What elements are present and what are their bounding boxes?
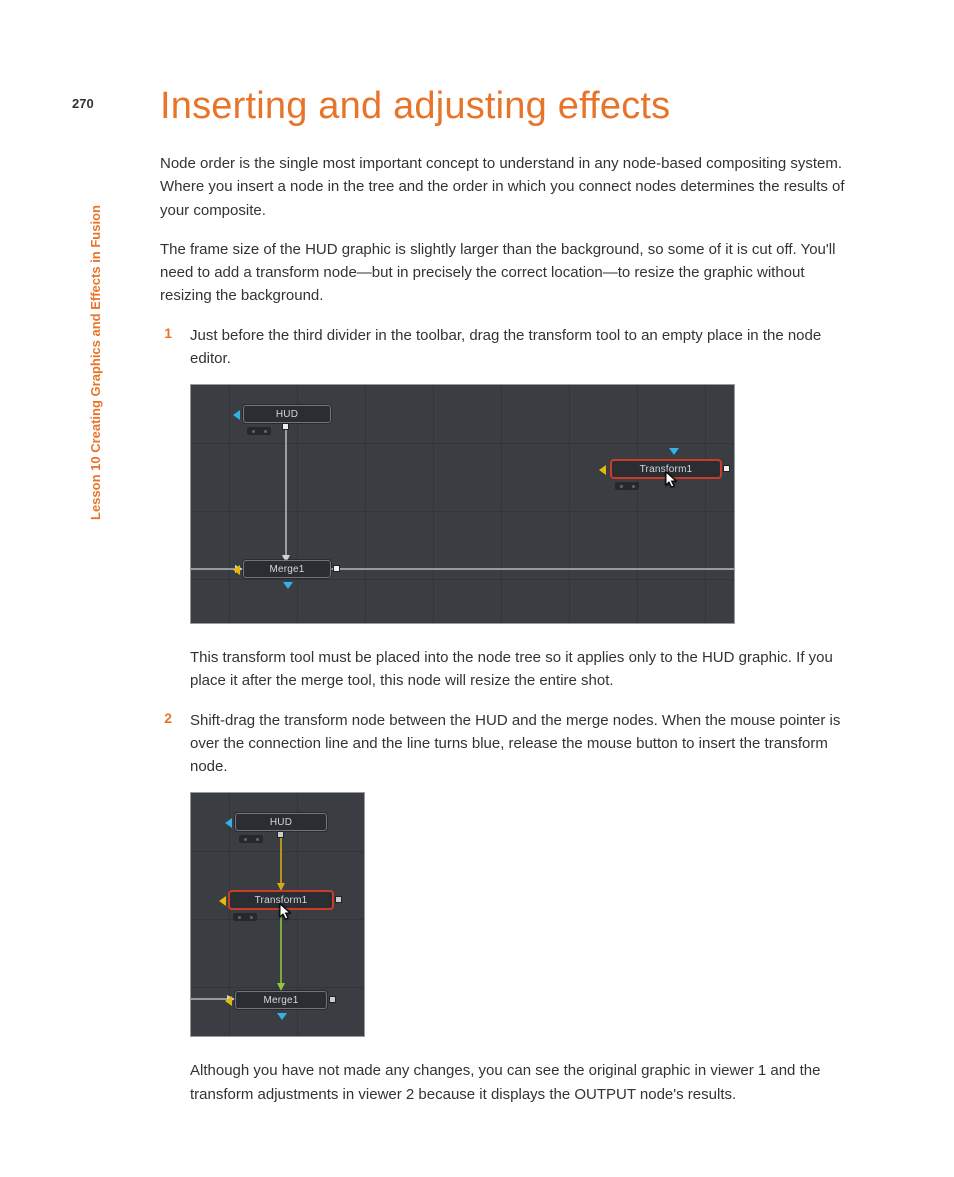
content-body: Node order is the single most important … [160, 152, 860, 1106]
output-port[interactable] [329, 996, 336, 1003]
effect-mask-port-icon [669, 448, 679, 455]
step-number: 2 [160, 710, 172, 779]
node-editor[interactable]: HUD Transform1 [190, 792, 365, 1037]
input-port-icon [599, 465, 606, 475]
viewer-1-indicator-icon [233, 410, 240, 420]
merge-node[interactable]: Merge1 [235, 991, 327, 1009]
node-label: Merge1 [263, 995, 298, 1006]
mouse-cursor-icon [665, 471, 679, 489]
node-label: HUD [276, 409, 298, 420]
node-viewer-dots [247, 427, 271, 435]
effect-mask-port-icon [277, 1013, 287, 1020]
step-text: Shift-drag the transform node between th… [190, 709, 860, 779]
step-number: 1 [160, 325, 172, 371]
node-viewer-dots [233, 913, 257, 921]
node-label: Merge1 [269, 564, 304, 575]
output-port[interactable] [333, 565, 340, 572]
figure-1: HUD Transform1 [190, 384, 860, 624]
after-step-2-text: Although you have not made any changes, … [190, 1059, 860, 1106]
output-port[interactable] [335, 896, 342, 903]
lesson-sidebar-label: Lesson 10 Creating Graphics and Effects … [88, 150, 103, 520]
step-1: 1 Just before the third divider in the t… [160, 324, 860, 371]
input-port-icon [219, 896, 226, 906]
page-title: Inserting and adjusting effects [160, 85, 864, 128]
output-port[interactable] [277, 831, 284, 838]
mouse-cursor-icon [279, 903, 293, 921]
hud-node[interactable]: HUD [235, 813, 327, 831]
step-2: 2 Shift-drag the transform node between … [160, 709, 860, 779]
step-text: Just before the third divider in the too… [190, 324, 860, 371]
output-port[interactable] [282, 423, 289, 430]
page-number: 270 [72, 96, 94, 111]
page: 270 Lesson 10 Creating Graphics and Effe… [0, 0, 954, 1177]
node-label: HUD [270, 817, 292, 828]
node-viewer-dots [239, 835, 263, 843]
node-editor[interactable]: HUD Transform1 [190, 384, 735, 624]
merge-node[interactable]: Merge1 [243, 560, 331, 578]
viewer-1-indicator-icon [225, 818, 232, 828]
node-viewer-dots [615, 482, 639, 490]
effect-mask-port-icon [283, 582, 293, 589]
figure-2: HUD Transform1 [190, 792, 860, 1037]
background-port-icon [233, 565, 240, 575]
after-step-1-text: This transform tool must be placed into … [190, 646, 860, 693]
intro-paragraph-1: Node order is the single most important … [160, 152, 860, 222]
intro-paragraph-2: The frame size of the HUD graphic is sli… [160, 238, 860, 308]
output-port[interactable] [723, 465, 730, 472]
hud-node[interactable]: HUD [243, 405, 331, 423]
background-port-icon [225, 996, 232, 1006]
